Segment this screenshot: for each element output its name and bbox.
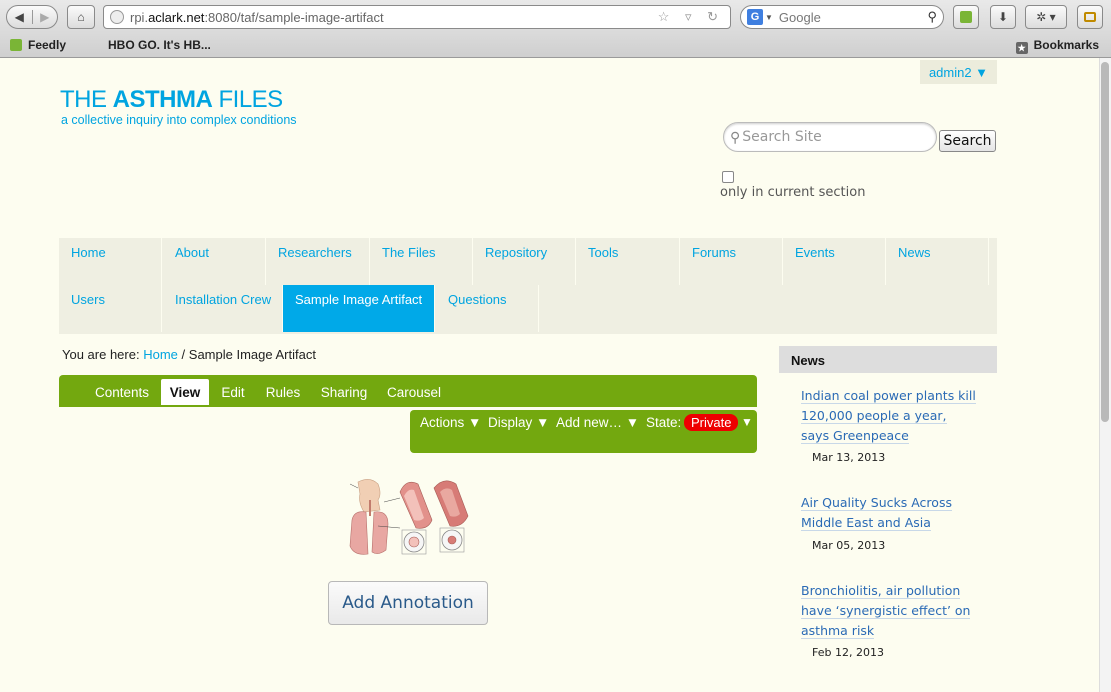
breadcrumb-current: Sample Image Artifact — [188, 347, 316, 362]
tab-rules[interactable]: Rules — [259, 379, 307, 405]
asthma-airway-illustration — [344, 476, 472, 560]
home-button[interactable]: ⌂ — [67, 5, 95, 29]
browser-toolbar: ◀ ▶ ⌂ rpi.aclark.net:8080/taf/sample-ima… — [0, 0, 1111, 58]
nav-item-news[interactable]: News — [886, 238, 989, 285]
google-icon[interactable]: G — [747, 9, 763, 25]
nav-item-home[interactable]: Home — [59, 238, 162, 285]
tab-edit[interactable]: Edit — [213, 379, 253, 405]
forward-icon[interactable]: ▶ — [33, 10, 58, 24]
search-icon: ⚲ — [730, 128, 741, 145]
back-forward-buttons[interactable]: ◀ ▶ — [6, 5, 58, 29]
browser-search-bar[interactable]: G ▼ Google ⚲ — [740, 5, 944, 29]
state-label[interactable]: State: — [646, 415, 681, 430]
tab-view[interactable]: View — [161, 379, 209, 405]
nav-item-tools[interactable]: Tools — [576, 238, 680, 285]
bookmark-hbo[interactable]: HBO GO. It's HB... — [108, 38, 211, 52]
add-annotation-button[interactable]: Add Annotation — [328, 581, 488, 625]
nav-item-events[interactable]: Events — [783, 238, 886, 285]
bookmarks-toolbar: Feedly HBO GO. It's HB... ★ Bookmarks — [0, 35, 1111, 55]
site-search-box[interactable]: ⚲ — [723, 122, 937, 152]
news-item-date: Mar 05, 2013 — [812, 539, 886, 552]
feedly-bookmark-icon — [10, 39, 22, 51]
menu-button[interactable] — [1077, 5, 1103, 29]
nav-item-researchers[interactable]: Researchers — [266, 238, 370, 285]
bookmark-star-icon[interactable]: ☆ ▿ ↻ — [658, 9, 724, 25]
nav-item-questions[interactable]: Questions — [436, 285, 539, 332]
url-text[interactable]: rpi.aclark.net:8080/taf/sample-image-art… — [130, 10, 658, 25]
site-identity-icon[interactable] — [110, 10, 124, 24]
breadcrumb: You are here: Home / Sample Image Artifa… — [62, 347, 316, 362]
artifact-image[interactable] — [344, 476, 472, 560]
scrollbar-thumb[interactable] — [1101, 62, 1109, 422]
news-item-date: Feb 12, 2013 — [812, 646, 884, 659]
gear-icon: ✲ ▾ — [1036, 10, 1056, 24]
bookmarks-star-icon: ★ — [1015, 42, 1028, 54]
back-icon[interactable]: ◀ — [7, 10, 33, 24]
display-menu[interactable]: Display ▼ — [488, 415, 549, 430]
global-nav: Home About Researchers The Files Reposit… — [59, 238, 997, 334]
edit-bar: Contents View Edit Rules Sharing Carouse… — [59, 375, 757, 407]
nav-item-the-files[interactable]: The Files — [370, 238, 473, 285]
current-section-checkbox[interactable] — [722, 171, 734, 183]
downloads-button[interactable]: ⬇ — [990, 5, 1016, 29]
tab-sharing[interactable]: Sharing — [313, 379, 375, 405]
nav-item-repository[interactable]: Repository — [473, 238, 576, 285]
feedly-button[interactable] — [953, 5, 979, 29]
breadcrumb-prefix: You are here: — [62, 347, 140, 362]
tab-contents[interactable]: Contents — [87, 379, 157, 405]
breadcrumb-home-link[interactable]: Home — [143, 347, 178, 362]
news-item-link[interactable]: Air Quality Sucks Across Middle East and… — [801, 493, 976, 533]
nav-item-about[interactable]: About — [163, 238, 266, 285]
news-portlet-header[interactable]: News — [779, 346, 997, 373]
news-item-date: Mar 13, 2013 — [812, 451, 886, 464]
state-dropdown-icon[interactable]: ▼ — [741, 415, 753, 429]
news-item-link[interactable]: Bronchiolitis, air pollution have ‘syner… — [801, 581, 976, 641]
tab-carousel[interactable]: Carousel — [381, 379, 447, 405]
site-logo[interactable]: THE ASTHMA FILES — [60, 86, 283, 114]
search-button[interactable]: Search — [939, 130, 996, 152]
menu-icon — [1084, 12, 1096, 22]
nav-item-installation-crew[interactable]: Installation Crew — [163, 285, 283, 332]
site-tagline: a collective inquiry into complex condit… — [61, 113, 297, 127]
search-input[interactable] — [742, 129, 923, 145]
magnifier-icon[interactable]: ⚲ — [927, 9, 937, 25]
engine-dropdown-icon[interactable]: ▼ — [765, 13, 773, 22]
news-item-link[interactable]: Indian coal power plants kill 120,000 pe… — [801, 386, 976, 446]
address-bar[interactable]: rpi.aclark.net:8080/taf/sample-image-art… — [103, 5, 731, 29]
content-actions-bar: Actions ▼ Display ▼ Add new… ▼ State: Pr… — [410, 410, 757, 453]
browser-search-placeholder[interactable]: Google — [779, 10, 928, 25]
current-section-label: only in current section — [720, 185, 866, 200]
download-icon: ⬇ — [997, 10, 1009, 24]
actions-menu[interactable]: Actions ▼ — [420, 415, 481, 430]
breadcrumb-separator: / — [181, 347, 186, 362]
bookmark-feedly[interactable]: Feedly — [10, 38, 66, 52]
nav-item-sample-image-artifact[interactable]: Sample Image Artifact — [283, 285, 435, 332]
add-new-menu[interactable]: Add new… ▼ — [556, 415, 639, 430]
nav-item-forums[interactable]: Forums — [680, 238, 783, 285]
bookmarks-menu[interactable]: ★ Bookmarks — [1015, 38, 1099, 54]
home-icon: ⌂ — [77, 10, 85, 24]
user-menu[interactable]: admin2 ▼ — [920, 60, 997, 84]
addons-button[interactable]: ✲ ▾ — [1025, 5, 1067, 29]
state-badge[interactable]: Private — [684, 414, 739, 431]
feedly-icon — [960, 11, 972, 23]
nav-item-users[interactable]: Users — [59, 285, 162, 332]
